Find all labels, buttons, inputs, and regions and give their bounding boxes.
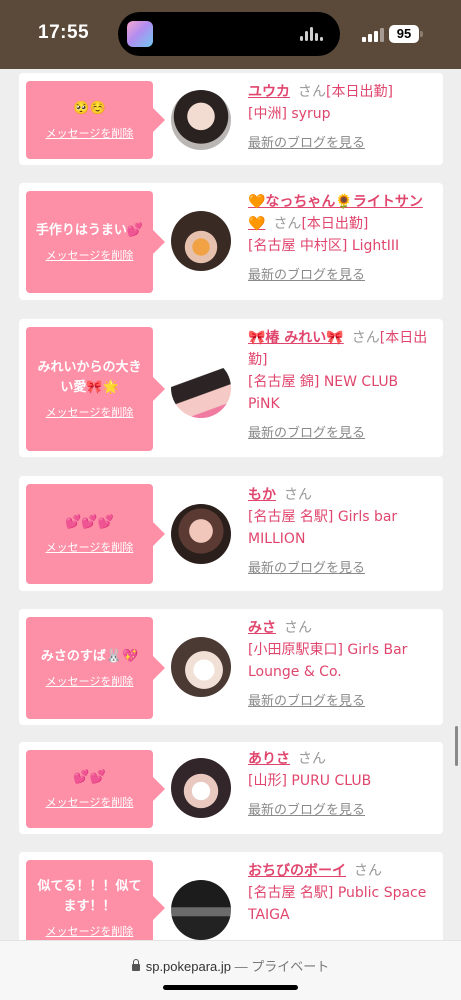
member-info: みさ さん [小田原駅東口] Girls Bar Lounge & Co. 最新の… [248,617,434,713]
shop-name: [小田原駅東口] Girls Bar Lounge & Co. [248,642,408,680]
scrollbar-thumb[interactable] [455,726,458,766]
member-name-link[interactable]: みさ [248,620,276,636]
member-name-link[interactable]: もか [248,487,276,503]
work-status: [本日出勤] [301,216,369,232]
url-display[interactable]: sp.pokepara.jp — プライベート [0,956,461,975]
member-name-link[interactable]: ありさ [248,751,290,767]
message-text: みさのすば🐰💖 [40,649,139,664]
message-card: 💕💕💕 メッセージを削除 もか さん [名古屋 名駅] Girls bar MIL… [19,476,443,591]
member-name-link[interactable]: 🎀椿 みれい🎀 [248,330,344,346]
message-text: 似てる！！！似てます！！ [37,879,142,914]
dynamic-island[interactable] [118,12,340,56]
latest-blog-link[interactable]: 最新のブログを見る [248,558,434,580]
member-info: おちびのボーイ さん [名古屋 名駅] Public Space TAIGA [248,860,434,926]
message-bubble: 手作りはうまい💕 メッセージを削除 [26,191,165,293]
cellular-signal-icon [362,26,384,42]
avatar[interactable] [171,880,231,940]
message-bubble: 💕💕💕 メッセージを削除 [26,484,165,584]
url-domain: sp.pokepara.jp [145,959,231,974]
latest-blog-link[interactable]: 最新のブログを見る [248,265,434,287]
avatar[interactable] [171,758,231,818]
shop-name: [名古屋 名駅] Girls bar MILLION [248,509,398,547]
lock-icon [131,959,140,972]
message-bubble: 似てる！！！似てます！！ メッセージを削除 [26,860,165,940]
latest-blog-link[interactable]: 最新のブログを見る [248,800,434,822]
member-name-link[interactable]: ユウカ [248,84,290,100]
member-info: もか さん [名古屋 名駅] Girls bar MILLION 最新のブログを見… [248,484,434,580]
latest-blog-link[interactable]: 最新のブログを見る [248,133,434,155]
battery-icon: 95 [389,25,419,43]
honorific: さん [284,487,312,503]
shop-name: [中洲] syrup [248,106,331,122]
member-name-link[interactable]: おちびのボーイ [248,863,346,879]
app-icon [127,21,153,47]
url-separator: — [234,959,248,974]
shop-name: [山形] PURU CLUB [248,773,372,789]
browser-address-bar[interactable]: sp.pokepara.jp — プライベート [0,940,461,1000]
honorific: さん [284,620,312,636]
member-info: 🎀椿 みれい🎀 さん[本日出勤] [名古屋 錦] NEW CLUB PiNK 最新… [248,327,434,445]
latest-blog-link[interactable]: 最新のブログを見る [248,691,434,713]
member-info: ユウカ さん[本日出勤] [中洲] syrup 最新のブログを見る [248,81,434,155]
message-card: みさのすば🐰💖 メッセージを削除 みさ さん [小田原駅東口] Girls Bar… [19,609,443,725]
latest-blog-link[interactable]: 最新のブログを見る [248,423,434,445]
delete-message-link[interactable]: メッセージを削除 [46,794,134,810]
avatar[interactable] [171,504,231,564]
honorific: さん [298,751,326,767]
message-card: 手作りはうまい💕 メッセージを削除 🧡なっちゃん🌻ライトサン🧡 さん[本日出勤] … [19,183,443,300]
avatar[interactable] [171,358,231,418]
delete-message-link[interactable]: メッセージを削除 [46,125,134,141]
shop-name: [名古屋 名駅] Public Space TAIGA [248,885,427,923]
honorific: さん [298,84,326,100]
status-time: 17:55 [38,22,90,43]
message-text: みれいからの大きい愛🎀🌟 [37,360,142,395]
shop-name: [名古屋 中村区] LightIII [248,238,400,254]
message-text: 手作りはうまい💕 [35,223,144,238]
avatar[interactable] [171,90,231,150]
delete-message-link[interactable]: メッセージを削除 [46,404,134,420]
member-info: 🧡なっちゃん🌻ライトサン🧡 さん[本日出勤] [名古屋 中村区] LightIII… [248,191,434,287]
honorific: さん [273,216,302,232]
message-bubble: 🥺☺️ メッセージを削除 [26,81,165,159]
honorific: さん [351,330,380,346]
message-text: 🥺☺️ [73,101,106,116]
delete-message-link[interactable]: メッセージを削除 [46,923,134,939]
delete-message-link[interactable]: メッセージを削除 [46,247,134,263]
message-feed[interactable]: 🥺☺️ メッセージを削除 ユウカ さん[本日出勤] [中洲] syrup 最新のブ… [0,69,461,940]
honorific: さん [354,863,382,879]
delete-message-link[interactable]: メッセージを削除 [46,673,134,689]
private-mode-label: プライベート [251,959,330,974]
audio-wave-icon [300,27,326,41]
avatar[interactable] [171,211,231,271]
shop-name: [名古屋 錦] NEW CLUB PiNK [248,374,399,412]
message-text: 💕💕💕 [65,515,114,530]
message-bubble: 💕💕 メッセージを削除 [26,750,165,828]
message-text: 💕💕 [73,770,106,785]
message-card: 似てる！！！似てます！！ メッセージを削除 おちびのボーイ さん [名古屋 名駅]… [19,852,443,940]
message-card: 💕💕 メッセージを削除 ありさ さん [山形] PURU CLUB 最新のブログを… [19,742,443,834]
home-indicator[interactable] [163,985,298,990]
delete-message-link[interactable]: メッセージを削除 [46,539,134,555]
work-status: [本日出勤] [326,84,393,100]
avatar[interactable] [171,637,231,697]
battery-nub [420,31,423,37]
member-info: ありさ さん [山形] PURU CLUB 最新のブログを見る [248,748,434,822]
status-bar: 17:55 95 [0,0,461,69]
message-card: 🥺☺️ メッセージを削除 ユウカ さん[本日出勤] [中洲] syrup 最新のブ… [19,73,443,165]
message-card: みれいからの大きい愛🎀🌟 メッセージを削除 🎀椿 みれい🎀 さん[本日出勤] [名… [19,319,443,457]
message-bubble: みさのすば🐰💖 メッセージを削除 [26,617,165,719]
message-bubble: みれいからの大きい愛🎀🌟 メッセージを削除 [26,327,165,451]
